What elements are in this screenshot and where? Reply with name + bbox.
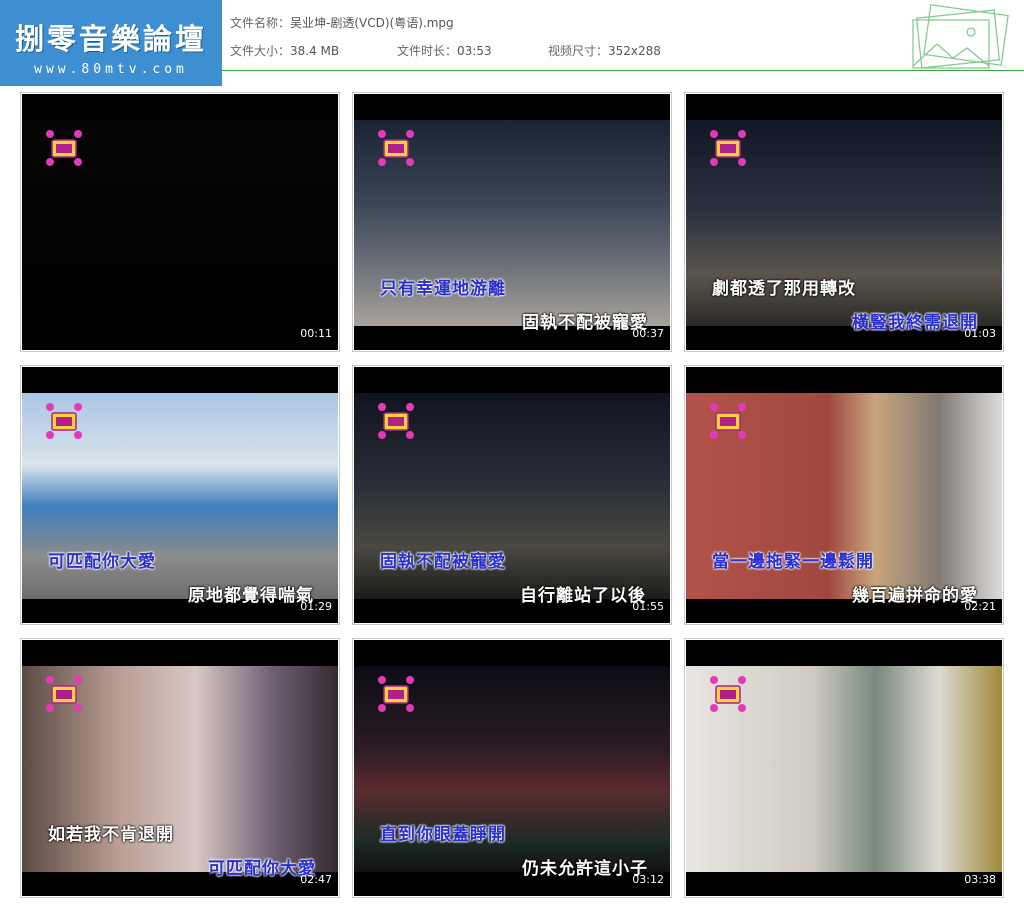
file-dims-value: 352x288: [608, 44, 661, 58]
photo-stack-icon: [912, 4, 1009, 69]
emblem-icon: [46, 403, 82, 439]
lyric-line-top: 固執不配被寵愛: [380, 552, 506, 572]
video-thumbnail[interactable]: 直到你眼蓋睜開 仍未允許這小子 03:12: [352, 638, 672, 898]
lyric-line-top: 當一邊拖緊一邊鬆開: [712, 552, 874, 572]
video-thumbnail[interactable]: 固執不配被寵愛 自行離站了以後 01:55: [352, 365, 672, 625]
video-thumbnail[interactable]: 劇都透了那用轉改橫豎我終需退開 01:03: [684, 92, 1004, 352]
file-name-value: 吴业坤-剧透(VCD)(粤语).mpg: [290, 16, 454, 30]
timestamp-label: 00:11: [300, 327, 332, 340]
timestamp-label: 02:47: [300, 873, 332, 886]
file-duration-row: 文件时长：03:53: [397, 42, 492, 59]
timestamp-label: 01:03: [964, 327, 996, 340]
video-thumbnail[interactable]: 只有幸運地游離 固執不配被寵愛 00:37: [352, 92, 672, 352]
lyric-line-top: 只有幸運地游離: [380, 279, 506, 299]
logo-title: 捌零音樂論壇: [14, 22, 207, 56]
video-thumbnail[interactable]: 如若我不肯退開 可匹配你大愛 02:47: [20, 638, 340, 898]
emblem-icon: [710, 403, 746, 439]
emblem-icon: [46, 130, 82, 166]
lyric-line-bottom: 橫豎我終需退開: [852, 313, 978, 333]
lyric-line-bottom: 固執不配被寵愛: [522, 313, 648, 333]
emblem-icon: [378, 403, 414, 439]
file-duration-label: 文件时长：: [397, 44, 458, 58]
timestamp-label: 02:21: [964, 600, 996, 613]
timestamp-label: 03:38: [964, 873, 996, 886]
file-size-value: 38.4 MB: [290, 44, 340, 58]
file-name-label: 文件名称：: [230, 16, 291, 30]
video-thumbnail[interactable]: 03:38: [684, 638, 1004, 898]
emblem-icon: [378, 676, 414, 712]
lyric-line-top: 劇都透了那用轉改: [712, 279, 856, 299]
logo-url: www.80mtv.com: [34, 62, 188, 77]
video-thumbnail[interactable]: 當一邊拖緊一邊鬆開幾百遍拼命的愛 02:21: [684, 365, 1004, 625]
video-thumbnail[interactable]: 00:11: [20, 92, 340, 352]
timestamp-label: 01:55: [632, 600, 664, 613]
emblem-icon: [46, 676, 82, 712]
lyric-line-bottom: 幾百遍拼命的愛: [852, 586, 978, 606]
header-divider: [222, 70, 1024, 71]
file-size-label: 文件大小：: [230, 44, 291, 58]
lyric-line-bottom: 仍未允許這小子: [522, 859, 648, 879]
lyric-line-bottom: 自行離站了以後: [520, 586, 646, 606]
lyric-line-top: 如若我不肯退開: [48, 825, 174, 845]
emblem-icon: [378, 130, 414, 166]
file-dims-row: 视频尺寸：352x288: [548, 42, 661, 59]
file-duration-value: 03:53: [457, 44, 492, 58]
timestamp-label: 00:37: [632, 327, 664, 340]
lyric-line-top: 可匹配你大愛: [48, 552, 156, 572]
file-size-row: 文件大小：38.4 MB: [230, 42, 339, 59]
timestamp-label: 01:29: [300, 600, 332, 613]
lyric-line-bottom: 原地都覺得喘氣: [188, 586, 314, 606]
emblem-icon: [710, 130, 746, 166]
timestamp-label: 03:12: [632, 873, 664, 886]
lyric-line-top: 直到你眼蓋睜開: [380, 825, 506, 845]
emblem-icon: [710, 676, 746, 712]
site-logo: 捌零音樂論壇 www.80mtv.com: [0, 0, 222, 86]
file-name-row: 文件名称：吴业坤-剧透(VCD)(粤语).mpg: [230, 14, 454, 31]
video-thumbnail[interactable]: 可匹配你大愛原地都覺得喘氣 01:29: [20, 365, 340, 625]
file-dims-label: 视频尺寸：: [548, 44, 609, 58]
